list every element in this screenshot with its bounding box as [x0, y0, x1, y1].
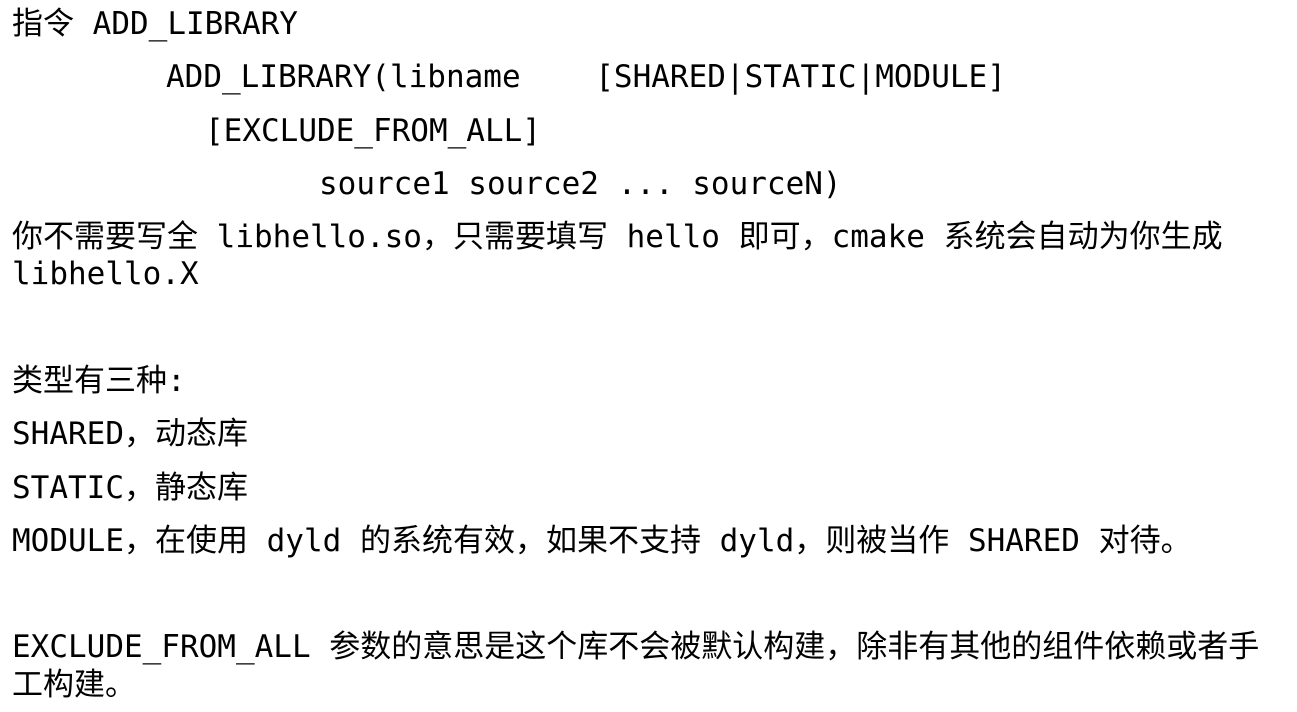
syntax-line-2: [EXCLUDE_FROM_ALL] [205, 113, 541, 149]
exclude-line-1: EXCLUDE_FROM_ALL 参数的意思是这个库不会被默认构建，除非有其他的… [12, 629, 1260, 665]
type-shared: SHARED，动态库 [12, 416, 248, 452]
note-line-2: libhello.X [12, 256, 199, 292]
type-static: STATIC，静态库 [12, 470, 248, 506]
types-heading: 类型有三种: [12, 363, 186, 399]
heading-line: 指令 ADD_LIBRARY [12, 6, 298, 42]
note-line-1: 你不需要写全 libhello.so，只需要填写 hello 即可，cmake … [12, 219, 1223, 255]
exclude-line-2: 工构建。 [12, 667, 136, 703]
type-module: MODULE，在使用 dyld 的系统有效，如果不支持 dyld，则被当作 SH… [12, 523, 1192, 559]
syntax-line-3: source1 source2 ... sourceN) [319, 166, 842, 202]
syntax-line-1: ADD_LIBRARY(libname [SHARED|STATIC|MODUL… [166, 59, 1006, 95]
